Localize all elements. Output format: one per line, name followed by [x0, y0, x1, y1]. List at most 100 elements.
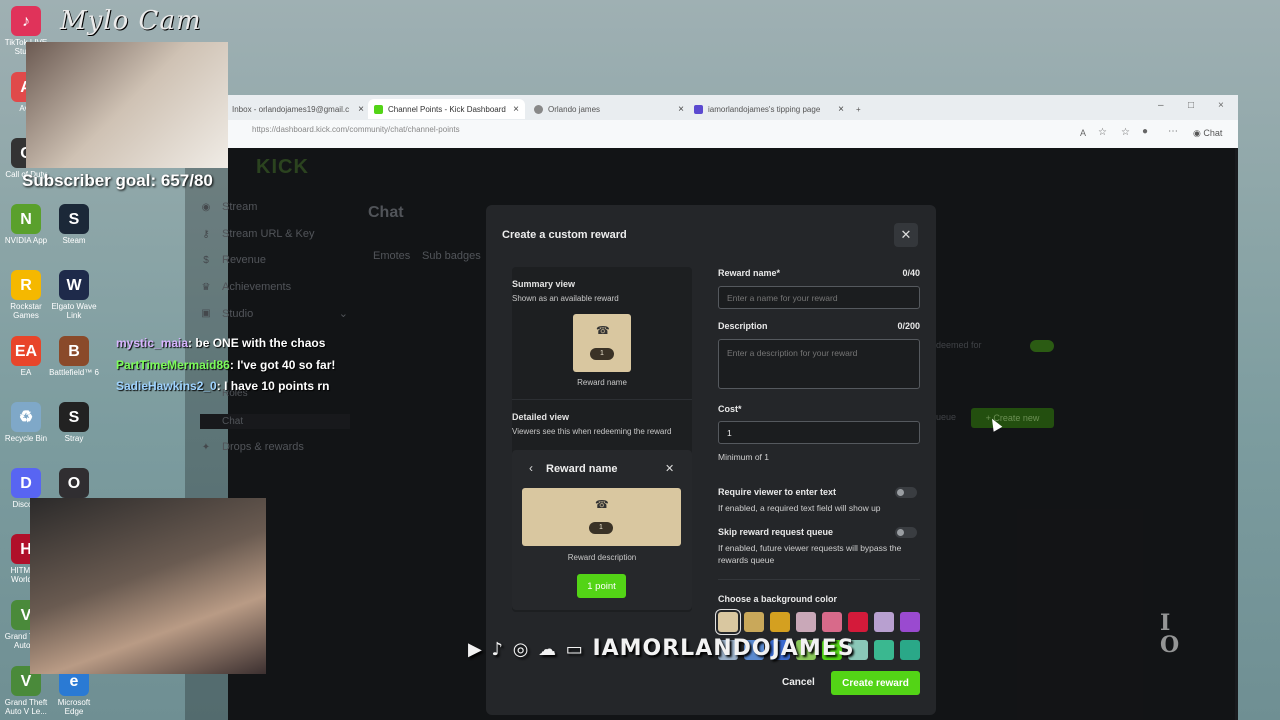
- app-icon: B: [59, 336, 89, 366]
- require-text-hint: If enabled, a required text field will s…: [718, 503, 881, 513]
- app-icon: W: [59, 270, 89, 300]
- tip-favicon-icon: [694, 104, 703, 114]
- color-swatch[interactable]: [796, 612, 816, 632]
- profile-icon[interactable]: ●: [1142, 126, 1148, 137]
- toggle-knob: [897, 489, 904, 496]
- close-tab-icon[interactable]: ×: [678, 104, 684, 115]
- tab-orlando[interactable]: Orlando james ×: [528, 99, 690, 119]
- color-swatch[interactable]: [874, 612, 894, 632]
- maximize-icon[interactable]: □: [1188, 100, 1194, 111]
- reward-name-count: 0/40: [902, 268, 920, 278]
- description-count: 0/200: [897, 321, 920, 331]
- cost-hint: Minimum of 1: [718, 452, 770, 462]
- desktop-icon-label: NVIDIA App: [4, 236, 48, 245]
- cancel-button[interactable]: Cancel: [782, 677, 815, 688]
- app-icon: ♪: [11, 6, 41, 36]
- instagram-icon: ◎: [512, 639, 530, 660]
- color-swatch[interactable]: [900, 640, 920, 660]
- detailed-preview-card: ‹ Reward name ✕ ☎ 1 Reward description 1…: [512, 450, 692, 610]
- desktop-icon-label: Grand Theft Auto V Le...: [4, 698, 48, 716]
- cost-input[interactable]: [718, 421, 920, 444]
- desktop-icon[interactable]: W Elgato Wave Link: [48, 270, 100, 320]
- app-icon: EA: [11, 336, 41, 366]
- divider: [512, 399, 692, 400]
- color-swatch[interactable]: [900, 612, 920, 632]
- cam-title: Mylo Cam: [60, 6, 202, 36]
- reward-name-label: Reward name*: [718, 268, 781, 278]
- youtube-icon: ▶: [468, 639, 483, 660]
- close-icon: ✕: [665, 463, 675, 475]
- desktop-icon[interactable]: S Steam: [48, 204, 100, 245]
- app-icon: O: [59, 468, 89, 498]
- desktop-icon[interactable]: ♻ Recycle Bin: [0, 402, 52, 443]
- detailed-view-subtitle: Viewers see this when redeeming the rewa…: [512, 427, 672, 436]
- desktop-icon-label: Battlefield™ 6: [49, 368, 99, 377]
- close-tab-icon[interactable]: ×: [513, 104, 519, 115]
- close-tab-icon[interactable]: ×: [838, 104, 844, 115]
- close-window-icon[interactable]: ×: [1218, 100, 1224, 111]
- chat-message: mystic_maia: be ONE with the chaos: [116, 336, 325, 350]
- detailed-reward-name: Reward name: [546, 463, 618, 475]
- desktop-icon-label: Stray: [64, 434, 84, 443]
- chat-username: mystic_maia: [116, 336, 189, 350]
- skip-queue-toggle[interactable]: [895, 527, 917, 538]
- subscriber-goal: Subscriber goal: 657/80: [22, 171, 213, 190]
- create-reward-button[interactable]: Create reward: [831, 671, 920, 695]
- tab-inbox[interactable]: Inbox - orlandojames19@gmail.c ×: [226, 99, 370, 119]
- chat-username: PartTimeMermaid86: [116, 358, 230, 372]
- favorite-star-icon[interactable]: ☆: [1098, 127, 1107, 138]
- summary-view-title: Summary view: [512, 279, 576, 289]
- tab-channel-points[interactable]: Channel Points - Kick Dashboard ×: [368, 99, 525, 119]
- social-handle: IAMORLANDOJAMES: [592, 636, 855, 661]
- url-text[interactable]: https://dashboard.kick.com/community/cha…: [252, 125, 460, 134]
- color-swatch[interactable]: [718, 612, 738, 632]
- new-tab-button[interactable]: +: [850, 99, 867, 119]
- read-aloud-icon[interactable]: A: [1080, 128, 1086, 138]
- chat-text: : I've got 40 so far!: [229, 358, 336, 372]
- tab-label: Inbox - orlandojames19@gmail.c: [232, 104, 350, 114]
- more-icon[interactable]: ⋯: [1168, 126, 1178, 137]
- desktop-icon[interactable]: EA EA: [0, 336, 52, 377]
- color-swatch[interactable]: [874, 640, 894, 660]
- favorites-icon[interactable]: ☆: [1121, 127, 1130, 138]
- chat-text: : be ONE with the chaos: [188, 336, 326, 350]
- tab-label: Channel Points - Kick Dashboard: [388, 104, 506, 114]
- desktop-icon[interactable]: S Stray: [48, 402, 100, 443]
- desktop-icon-label: Rockstar Games: [10, 302, 42, 320]
- webcam-bottom: [30, 498, 266, 674]
- tab-label: iamorlandojames's tipping page: [708, 104, 821, 114]
- watermark-logo: I O: [1160, 612, 1179, 656]
- tab-tipping[interactable]: iamorlandojames's tipping page ×: [688, 99, 850, 119]
- desktop-icon[interactable]: B Battlefield™ 6: [48, 336, 100, 377]
- desktop-icon[interactable]: N NVIDIA App: [0, 204, 52, 245]
- copilot-chat-button[interactable]: ◉ Chat: [1193, 128, 1222, 139]
- webcam-top: [26, 42, 228, 168]
- color-swatch[interactable]: [770, 612, 790, 632]
- cost-pill: 1: [589, 522, 613, 534]
- app-icon: N: [11, 204, 41, 234]
- close-tab-icon[interactable]: ×: [358, 104, 364, 115]
- detailed-view-title: Detailed view: [512, 412, 570, 422]
- tab-label: Orlando james: [548, 104, 601, 114]
- chat-username: SadieHawkins2_0: [116, 379, 217, 393]
- modal-title: Create a custom reward: [502, 229, 627, 241]
- chat-message: PartTimeMermaid86: I've got 40 so far!: [116, 358, 335, 372]
- require-text-toggle[interactable]: [895, 487, 917, 498]
- redeem-point-button: 1 point: [577, 574, 626, 598]
- close-icon: ✕: [900, 227, 912, 242]
- desktop-icon-label: Microsoft Edge: [57, 698, 91, 716]
- desktop-icon[interactable]: R Rockstar Games: [0, 270, 52, 320]
- color-swatch[interactable]: [822, 612, 842, 632]
- color-swatch[interactable]: [848, 612, 868, 632]
- cost-pill: 1: [590, 348, 614, 360]
- summary-reward-card: ☎ 1: [573, 314, 631, 372]
- close-modal-button[interactable]: ✕: [894, 223, 918, 247]
- description-textarea[interactable]: [718, 339, 920, 389]
- address-bar[interactable]: https://dashboard.kick.com/community/cha…: [228, 120, 1238, 149]
- chat-label: Chat: [1203, 128, 1223, 138]
- chevron-left-icon: ‹: [529, 461, 533, 475]
- minimize-icon[interactable]: –: [1158, 100, 1164, 111]
- color-swatch[interactable]: [744, 612, 764, 632]
- require-text-label: Require viewer to enter text: [718, 487, 837, 497]
- reward-name-input[interactable]: [718, 286, 920, 309]
